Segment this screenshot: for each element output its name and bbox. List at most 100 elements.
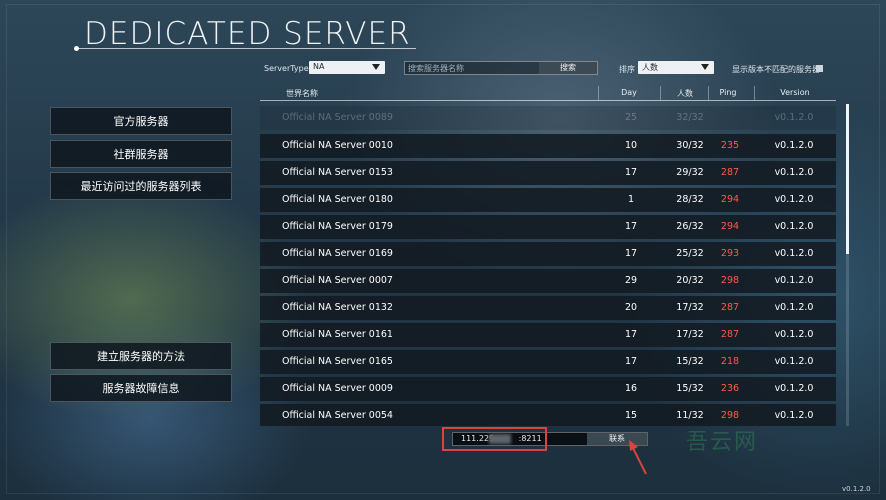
official-servers-button[interactable]: 官方服务器 — [50, 107, 232, 135]
server-name: Official NA Server 0179 — [282, 221, 393, 232]
column-ping-header[interactable]: Ping — [710, 88, 746, 97]
game-version: v0.1.2.0 — [842, 485, 871, 493]
server-ping: 298 — [720, 275, 740, 286]
highlight-box — [442, 427, 547, 451]
server-row[interactable]: Official NA Server 0153 17 29/32 287 v0.… — [260, 161, 836, 185]
server-name: Official NA Server 0010 — [282, 140, 393, 151]
server-ping: 218 — [720, 356, 740, 367]
column-divider — [598, 86, 599, 100]
server-list: Official NA Server 0089 25 32/32 v0.1.2.… — [260, 104, 836, 426]
column-version-header[interactable]: Version — [760, 88, 830, 97]
server-players: 20/32 — [676, 275, 704, 286]
watermark: 吾云网 — [686, 430, 759, 455]
chevron-down-icon — [701, 64, 709, 70]
column-divider — [754, 86, 755, 100]
server-ping: 287 — [720, 302, 740, 313]
scrollbar-thumb[interactable] — [846, 104, 849, 254]
server-day: 1 — [627, 194, 635, 205]
server-day: 10 — [624, 140, 638, 151]
server-players: 30/32 — [676, 140, 704, 151]
page-title: DEDICATED SERVER — [84, 16, 411, 52]
server-ping: 287 — [720, 167, 740, 178]
server-day: 17 — [624, 329, 638, 340]
server-row[interactable]: Official NA Server 0165 17 15/32 218 v0.… — [260, 350, 836, 374]
server-version: v0.1.2.0 — [774, 248, 814, 259]
server-name: Official NA Server 0132 — [282, 302, 393, 313]
column-divider — [660, 86, 661, 100]
header-divider — [260, 100, 836, 101]
chevron-down-icon — [372, 64, 380, 70]
column-name-header[interactable]: 世界名称 — [286, 88, 318, 99]
server-name: Official NA Server 0169 — [282, 248, 393, 259]
mismatch-version-checkbox[interactable] — [816, 65, 823, 72]
server-version: v0.1.2.0 — [774, 275, 814, 286]
server-row[interactable]: Official NA Server 0009 16 15/32 236 v0.… — [260, 377, 836, 401]
server-players: 15/32 — [676, 356, 704, 367]
column-players-header[interactable]: 人数 — [662, 88, 708, 99]
column-day-header[interactable]: Day — [600, 88, 658, 97]
server-ping: 235 — [720, 140, 740, 151]
mismatch-version-label: 显示版本不匹配的服务器 — [732, 65, 820, 74]
server-players: 25/32 — [676, 248, 704, 259]
server-name: Official NA Server 0180 — [282, 194, 393, 205]
server-name: Official NA Server 0165 — [282, 356, 393, 367]
server-name: Official NA Server 0007 — [282, 275, 393, 286]
server-day: 16 — [624, 383, 638, 394]
server-day: 15 — [624, 410, 638, 421]
server-players: 15/32 — [676, 383, 704, 394]
server-row[interactable]: Official NA Server 0180 1 28/32 294 v0.1… — [260, 188, 836, 212]
server-ping: 294 — [720, 221, 740, 232]
server-day: 17 — [624, 221, 638, 232]
community-servers-button[interactable]: 社群服务器 — [50, 140, 232, 168]
server-row[interactable]: Official NA Server 0161 17 17/32 287 v0.… — [260, 323, 836, 347]
server-players: 32/32 — [676, 112, 704, 123]
server-row[interactable]: Official NA Server 0089 25 32/32 v0.1.2.… — [260, 106, 836, 130]
server-players: 11/32 — [676, 410, 704, 421]
server-version: v0.1.2.0 — [774, 140, 814, 151]
server-row[interactable]: Official NA Server 0007 29 20/32 298 v0.… — [260, 269, 836, 293]
server-type-label: ServerType — [264, 64, 309, 73]
server-day: 25 — [624, 112, 638, 123]
sort-select[interactable]: 人数 — [638, 61, 714, 74]
server-ping: 287 — [720, 329, 740, 340]
search-input[interactable] — [408, 62, 536, 74]
server-players: 17/32 — [676, 329, 704, 340]
server-version: v0.1.2.0 — [774, 356, 814, 367]
server-day: 20 — [624, 302, 638, 313]
server-howto-button[interactable]: 建立服务器的方法 — [50, 342, 232, 370]
server-name: Official NA Server 0153 — [282, 167, 393, 178]
search-button[interactable]: 搜索 — [539, 62, 597, 74]
sort-value: 人数 — [642, 63, 658, 72]
server-ping: 294 — [720, 194, 740, 205]
server-version: v0.1.2.0 — [774, 410, 814, 421]
title-underline — [76, 48, 416, 49]
server-players: 28/32 — [676, 194, 704, 205]
server-row[interactable]: Official NA Server 0132 20 17/32 287 v0.… — [260, 296, 836, 320]
server-name: Official NA Server 0054 — [282, 410, 393, 421]
server-name: Official NA Server 0089 — [282, 112, 393, 123]
server-ping: 236 — [720, 383, 740, 394]
server-day: 17 — [624, 356, 638, 367]
server-name: Official NA Server 0009 — [282, 383, 393, 394]
server-row[interactable]: Official NA Server 0010 10 30/32 235 v0.… — [260, 134, 836, 158]
server-version: v0.1.2.0 — [774, 329, 814, 340]
server-version: v0.1.2.0 — [774, 194, 814, 205]
server-version: v0.1.2.0 — [774, 112, 814, 123]
server-row[interactable]: Official NA Server 0179 17 26/32 294 v0.… — [260, 215, 836, 239]
annotation-arrow-icon — [629, 440, 647, 475]
server-table-header: 世界名称 Day 人数 Ping Version — [260, 86, 836, 100]
server-type-select[interactable]: NA — [309, 61, 385, 74]
server-players: 26/32 — [676, 221, 704, 232]
server-row[interactable]: Official NA Server 0169 17 25/32 293 v0.… — [260, 242, 836, 266]
server-day: 17 — [624, 248, 638, 259]
search-bar: 搜索 — [404, 61, 598, 75]
recent-servers-button[interactable]: 最近访问过的服务器列表 — [50, 172, 232, 200]
server-row[interactable]: Official NA Server 0054 15 11/32 298 v0.… — [260, 404, 836, 426]
server-day: 29 — [624, 275, 638, 286]
server-version: v0.1.2.0 — [774, 383, 814, 394]
server-ping: 293 — [720, 248, 740, 259]
server-type-value: NA — [313, 62, 325, 71]
server-ping: 298 — [720, 410, 740, 421]
server-troubleshoot-button[interactable]: 服务器故障信息 — [50, 374, 232, 402]
server-day: 17 — [624, 167, 638, 178]
